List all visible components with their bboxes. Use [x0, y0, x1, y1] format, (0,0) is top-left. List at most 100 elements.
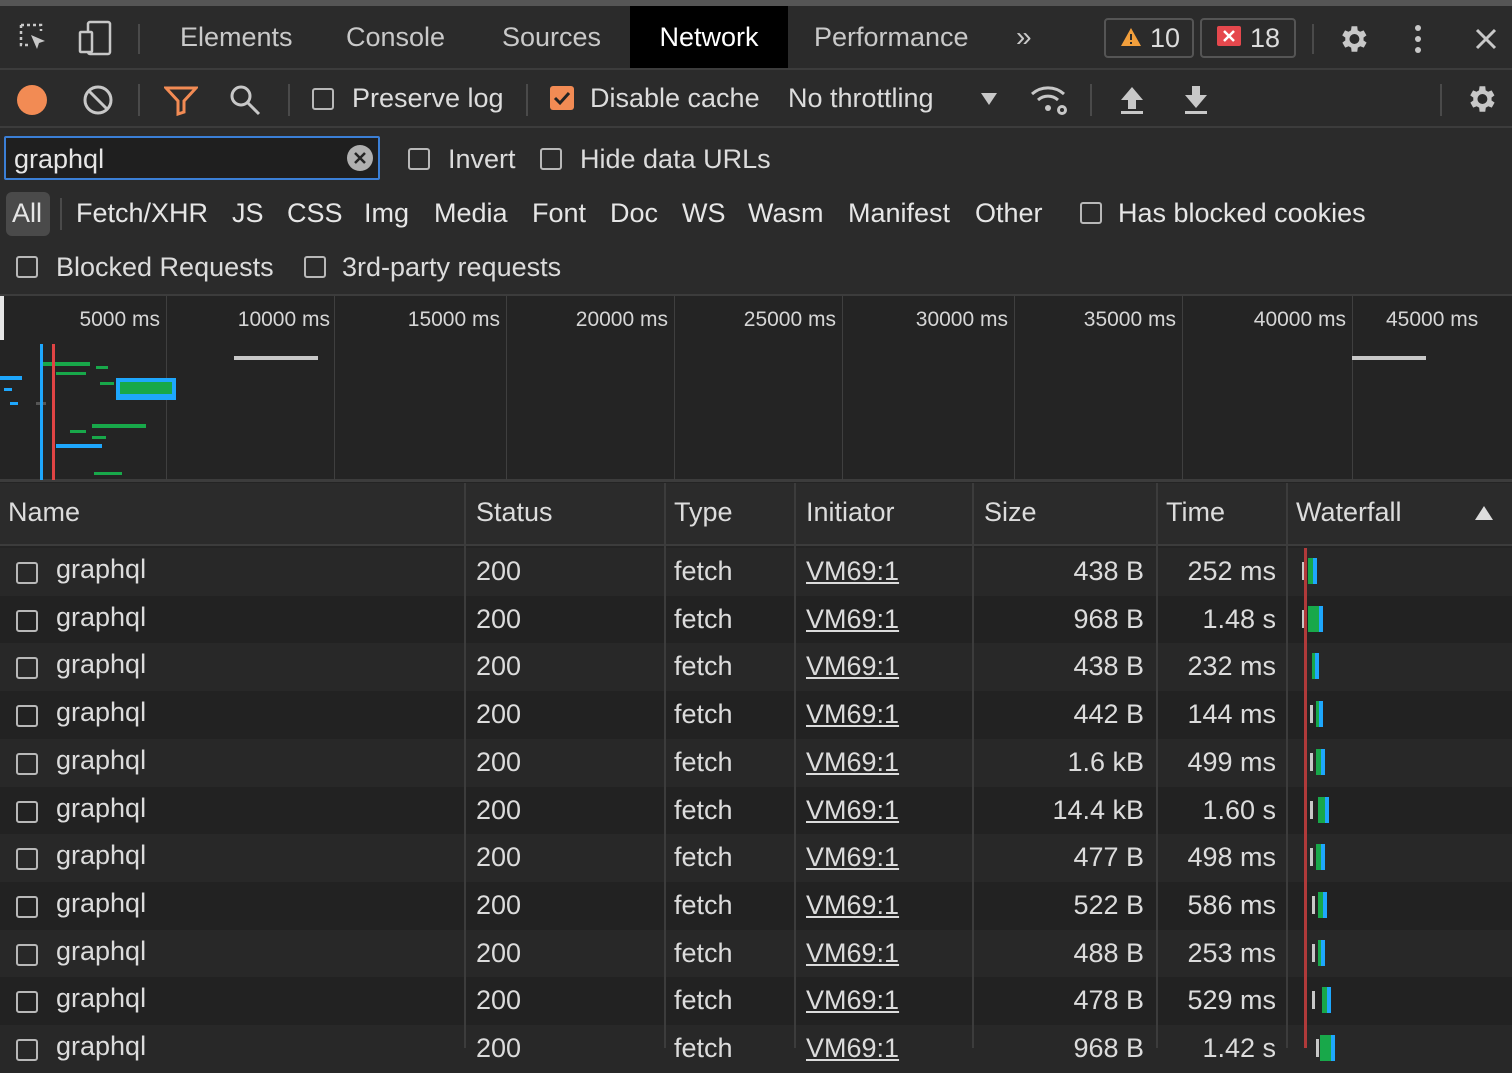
row-name[interactable]: graphql — [56, 697, 146, 728]
close-icon[interactable] — [1468, 20, 1504, 58]
chevron-down-icon[interactable] — [976, 88, 1002, 110]
more-tabs-icon[interactable]: » — [1016, 6, 1032, 68]
row-status: 200 — [476, 985, 522, 1016]
filter-type-other[interactable]: Other — [975, 198, 1043, 229]
row-select-checkbox[interactable] — [16, 991, 38, 1014]
row-name[interactable]: graphql — [56, 745, 146, 776]
row-initiator-link[interactable]: VM69:1 — [806, 699, 899, 730]
import-har-icon[interactable] — [1114, 82, 1150, 118]
row-select-checkbox[interactable] — [16, 848, 38, 871]
filter-type-js[interactable]: JS — [232, 198, 264, 229]
tab-console[interactable]: Console — [326, 6, 465, 68]
row-select-checkbox[interactable] — [16, 752, 38, 775]
filter-input[interactable]: graphql — [4, 136, 380, 180]
row-time: 499 ms — [1187, 746, 1276, 777]
search-icon[interactable] — [226, 82, 264, 118]
device-toolbar-icon[interactable] — [74, 18, 116, 58]
waterfall-bar-queue — [1312, 943, 1315, 962]
row-name[interactable]: graphql — [56, 554, 146, 585]
waterfall-bar-download — [1319, 605, 1323, 632]
waterfall-bar-download — [1321, 939, 1325, 966]
tab-sources[interactable]: Sources — [482, 6, 621, 68]
filter-type-ws[interactable]: WS — [682, 198, 726, 229]
filter-type-css[interactable]: CSS — [287, 198, 343, 229]
warnings-badge[interactable]: 10 — [1104, 18, 1194, 58]
column-header-name[interactable]: Name — [8, 497, 80, 528]
inspect-element-icon[interactable] — [14, 18, 54, 58]
row-select-checkbox[interactable] — [16, 1039, 38, 1061]
column-header-initiator[interactable]: Initiator — [806, 497, 895, 528]
network-overview[interactable]: 5000 ms 10000 ms 15000 ms 20000 ms 25000… — [0, 296, 1512, 482]
column-header-waterfall[interactable]: Waterfall — [1296, 497, 1402, 528]
row-size: 1.6 kB — [1067, 746, 1144, 777]
row-initiator-link[interactable]: VM69:1 — [806, 938, 899, 969]
filter-type-img[interactable]: Img — [364, 198, 409, 229]
row-select-checkbox[interactable] — [16, 800, 38, 823]
tab-performance[interactable]: Performance — [794, 6, 989, 68]
column-header-type[interactable]: Type — [674, 497, 733, 528]
row-initiator-link[interactable]: VM69:1 — [806, 556, 899, 587]
column-header-time[interactable]: Time — [1166, 497, 1225, 528]
blocked-requests-checkbox[interactable] — [16, 256, 38, 278]
row-initiator-link[interactable]: VM69:1 — [806, 651, 899, 682]
row-select-checkbox[interactable] — [16, 943, 38, 966]
row-time: 252 ms — [1187, 556, 1276, 586]
row-status: 200 — [476, 699, 522, 730]
network-settings-gear-icon[interactable] — [1462, 80, 1500, 118]
filter-type-wasm[interactable]: Wasm — [748, 198, 824, 229]
row-name[interactable]: graphql — [56, 649, 146, 680]
throttling-select[interactable]: No throttling — [788, 83, 934, 114]
row-initiator-link[interactable]: VM69:1 — [806, 890, 899, 921]
filter-type-manifest[interactable]: Manifest — [848, 198, 950, 229]
divider — [288, 84, 290, 116]
disable-cache-checkbox[interactable] — [550, 86, 574, 110]
filter-type-doc[interactable]: Doc — [610, 198, 658, 229]
settings-gear-icon[interactable] — [1334, 20, 1372, 58]
filter-icon[interactable] — [162, 82, 200, 118]
divider — [138, 84, 140, 116]
row-name[interactable]: graphql — [56, 602, 146, 633]
row-name[interactable]: graphql — [56, 936, 146, 967]
clear-icon[interactable] — [80, 82, 116, 118]
tab-elements[interactable]: Elements — [160, 6, 313, 68]
row-select-checkbox[interactable] — [16, 562, 38, 584]
warnings-count: 10 — [1150, 22, 1181, 53]
invert-label: Invert — [448, 144, 516, 174]
tab-network[interactable]: Network — [630, 6, 788, 68]
row-name[interactable]: graphql — [56, 983, 146, 1014]
invert-checkbox[interactable] — [408, 148, 430, 170]
record-icon[interactable] — [14, 82, 50, 118]
has-blocked-cookies-checkbox[interactable] — [1080, 202, 1102, 224]
row-name[interactable]: graphql — [56, 1031, 146, 1062]
filter-type-media[interactable]: Media — [434, 198, 508, 229]
row-initiator-link[interactable]: VM69:1 — [806, 842, 899, 873]
preserve-log-checkbox[interactable] — [312, 88, 334, 110]
column-header-status[interactable]: Status — [476, 497, 553, 528]
sort-ascending-icon[interactable] — [1472, 503, 1496, 523]
row-initiator-link[interactable]: VM69:1 — [806, 985, 899, 1016]
row-initiator-link[interactable]: VM69:1 — [806, 604, 899, 635]
clear-filter-icon[interactable] — [346, 144, 374, 172]
export-har-icon[interactable] — [1178, 82, 1214, 118]
more-options-icon[interactable] — [1404, 20, 1432, 58]
hide-data-urls-checkbox[interactable] — [540, 148, 562, 170]
third-party-requests-checkbox[interactable] — [304, 256, 326, 278]
row-select-checkbox[interactable] — [16, 895, 38, 918]
row-select-checkbox[interactable] — [16, 609, 38, 632]
row-initiator-link[interactable]: VM69:1 — [806, 747, 899, 778]
column-header-size[interactable]: Size — [984, 497, 1037, 528]
filter-type-fetch-xhr[interactable]: Fetch/XHR — [76, 198, 208, 229]
waterfall-bar-queue — [1312, 895, 1315, 914]
row-initiator-link[interactable]: VM69:1 — [806, 1033, 899, 1064]
row-name[interactable]: graphql — [56, 793, 146, 824]
errors-badge[interactable]: 18 — [1200, 18, 1296, 58]
row-initiator-link[interactable]: VM69:1 — [806, 795, 899, 826]
row-status: 200 — [476, 746, 522, 777]
row-name[interactable]: graphql — [56, 888, 146, 919]
network-conditions-icon[interactable] — [1028, 80, 1072, 120]
row-name[interactable]: graphql — [56, 840, 146, 871]
row-select-checkbox[interactable] — [16, 657, 38, 680]
filter-type-font[interactable]: Font — [532, 198, 586, 229]
disable-cache-label: Disable cache — [590, 83, 760, 113]
row-select-checkbox[interactable] — [16, 705, 38, 728]
